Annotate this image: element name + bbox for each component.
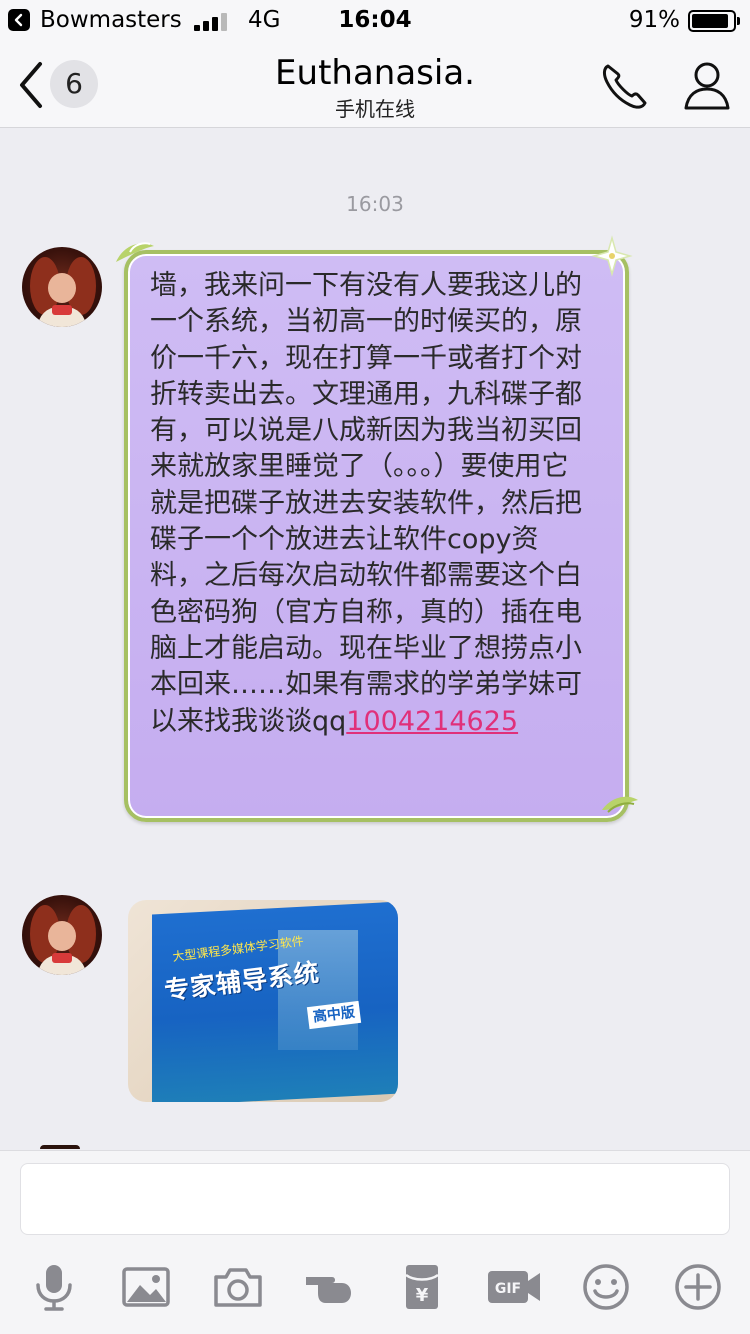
red-packet-icon[interactable]: ¥ bbox=[394, 1259, 450, 1315]
input-toolbar: ¥ GIF bbox=[0, 1259, 750, 1315]
status-bar: Bowmasters 4G 16:04 91% bbox=[0, 0, 750, 40]
poke-icon[interactable] bbox=[302, 1259, 358, 1315]
svg-text:GIF: GIF bbox=[495, 1281, 521, 1297]
bubble-flower-decoration-icon bbox=[591, 235, 633, 277]
plus-icon[interactable] bbox=[670, 1259, 726, 1315]
message-timestamp: 16:03 bbox=[346, 192, 404, 216]
input-area: ¥ GIF bbox=[0, 1150, 750, 1334]
emoji-icon[interactable] bbox=[578, 1259, 634, 1315]
message-text: 墙，我来问一下有没有人要我这儿的一个系统，当初高一的时候买的，原价一千六，现在打… bbox=[150, 268, 590, 740]
phone-call-icon[interactable] bbox=[598, 60, 652, 110]
camera-icon[interactable] bbox=[210, 1259, 266, 1315]
nav-bar: 6 Euthanasia. 手机在线 bbox=[0, 40, 750, 128]
message-input[interactable] bbox=[20, 1163, 730, 1235]
contact-avatar[interactable] bbox=[22, 247, 102, 327]
qq-number-link[interactable]: 1004214625 bbox=[346, 706, 518, 737]
battery-percent: 91% bbox=[628, 7, 680, 33]
contact-avatar-partial bbox=[40, 1145, 80, 1149]
microphone-icon[interactable] bbox=[26, 1259, 82, 1315]
bubble-leaf-decoration-icon bbox=[116, 242, 154, 262]
contact-avatar[interactable] bbox=[22, 895, 102, 975]
message-body: 墙，我来问一下有没有人要我这儿的一个系统，当初高一的时候买的，原价一千六，现在打… bbox=[150, 270, 582, 737]
bubble-leaf-decoration-icon bbox=[602, 796, 638, 813]
profile-icon[interactable] bbox=[680, 58, 734, 112]
image-message[interactable]: 大型课程多媒体学习软件 专家辅导系统 高中版 bbox=[128, 900, 398, 1102]
battery-fill bbox=[692, 14, 728, 28]
image-icon[interactable] bbox=[118, 1259, 174, 1315]
battery-icon bbox=[688, 10, 740, 32]
svg-text:¥: ¥ bbox=[416, 1285, 429, 1306]
gif-icon[interactable]: GIF bbox=[486, 1259, 542, 1315]
